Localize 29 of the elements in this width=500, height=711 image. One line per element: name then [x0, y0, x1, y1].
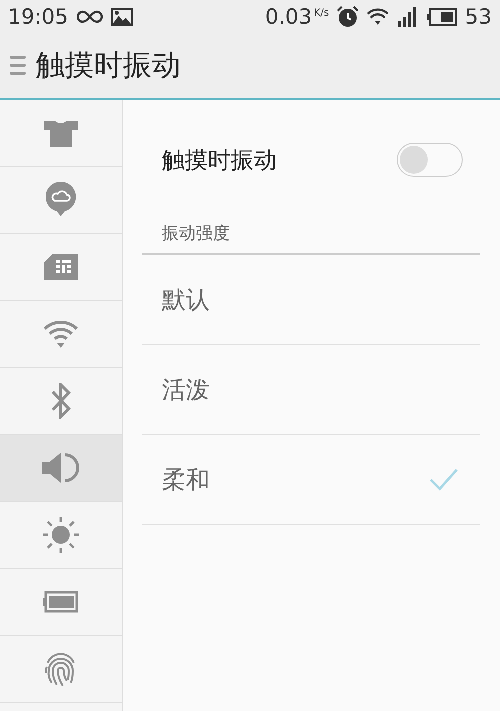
option-row[interactable]: 默认 [142, 255, 480, 345]
bluetooth-icon [50, 383, 72, 419]
menu-icon[interactable] [10, 54, 26, 78]
speaker-icon [42, 452, 80, 484]
option-row[interactable]: 柔和 [142, 435, 480, 525]
option-label: 默认 [162, 284, 210, 316]
wifi-signal-icon [367, 8, 390, 26]
option-row[interactable]: 活泼 [142, 345, 480, 435]
option-label: 活泼 [162, 374, 210, 406]
section-header: 振动强度 [162, 224, 230, 244]
infinity-icon [76, 10, 103, 24]
sim-card-icon [44, 254, 78, 280]
image-icon [110, 8, 133, 26]
sun-icon [43, 517, 79, 553]
setting-label: 触摸时振动 [162, 146, 277, 176]
battery-status-icon [427, 8, 458, 26]
network-speed: 0.03 [265, 5, 312, 29]
alarm-clock-icon [337, 6, 360, 28]
cloud-pin-icon [46, 182, 76, 218]
battery-icon [43, 591, 79, 613]
speed-unit: K/s [314, 8, 330, 19]
battery-percent: 53 [465, 5, 492, 29]
toggle-switch[interactable] [397, 143, 463, 177]
t-shirt-icon [44, 119, 78, 147]
clock-time: 19:05 [8, 5, 69, 29]
wifi-icon [43, 320, 79, 348]
option-label: 柔和 [162, 464, 210, 496]
page-title: 触摸时振动 [36, 47, 181, 84]
sidebar-item[interactable] [0, 435, 122, 502]
